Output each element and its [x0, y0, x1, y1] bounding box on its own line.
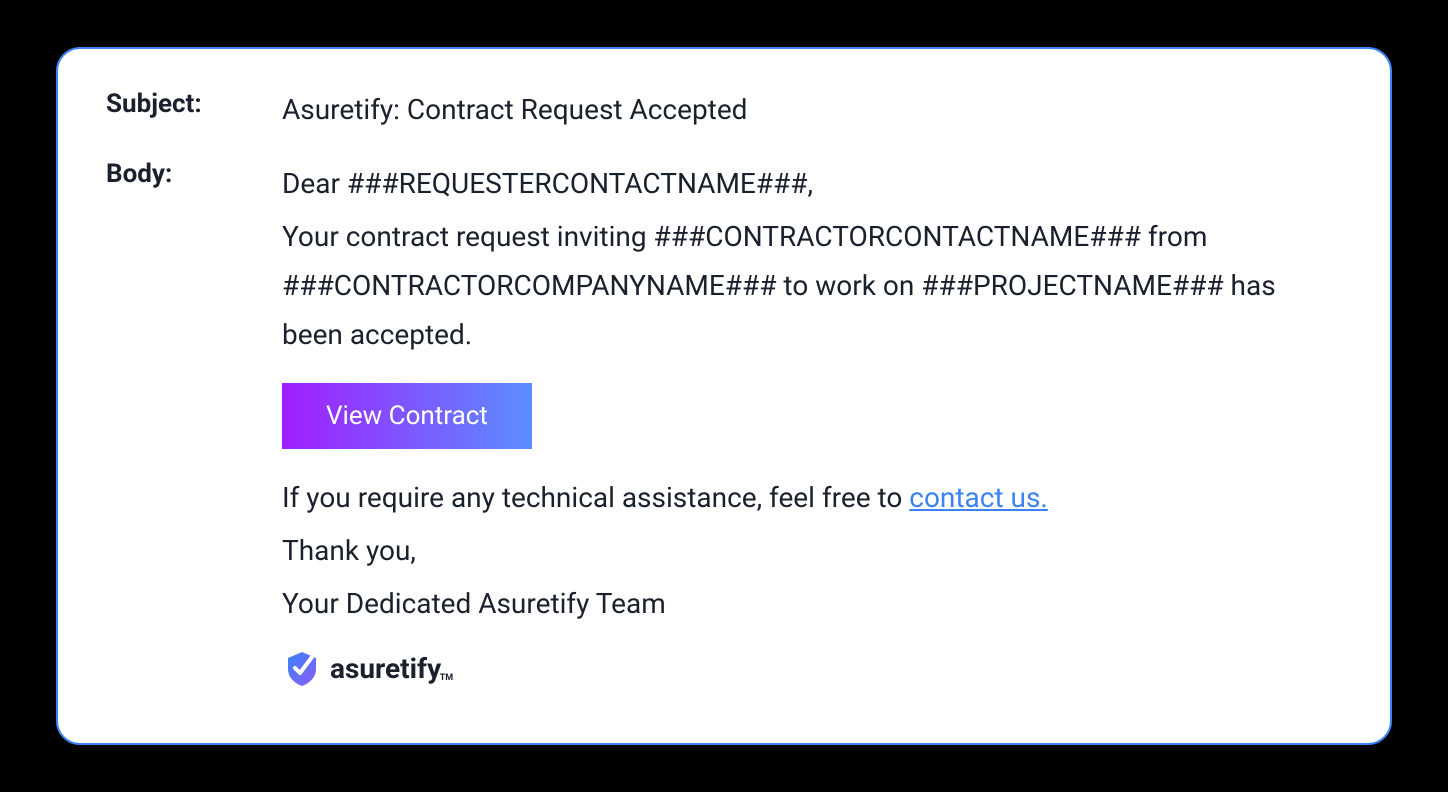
assist-text: If you require any technical assistance,…	[282, 473, 1342, 522]
thank-you-text: Thank you,	[282, 526, 1342, 575]
body-row: Body: Dear ###REQUESTERCONTACTNAME###, Y…	[106, 159, 1342, 703]
subject-row: Subject: Asuretify: Contract Request Acc…	[106, 89, 1342, 131]
body-label: Body:	[106, 159, 246, 703]
subject-label: Subject:	[106, 89, 246, 131]
greeting-text: Dear ###REQUESTERCONTACTNAME###,	[282, 159, 1342, 208]
asuretify-logo: asuretifyTM	[282, 644, 1342, 693]
assist-prefix: If you require any technical assistance,…	[282, 481, 909, 514]
body-content: Dear ###REQUESTERCONTACTNAME###, Your co…	[282, 159, 1342, 703]
view-contract-button[interactable]: View Contract	[282, 383, 532, 449]
subject-value: Asuretify: Contract Request Accepted	[282, 89, 747, 131]
email-template-card: Subject: Asuretify: Contract Request Acc…	[56, 47, 1392, 745]
main-text: Your contract request inviting ###CONTRA…	[282, 212, 1342, 359]
team-signature: Your Dedicated Asuretify Team	[282, 579, 1342, 628]
contact-us-link[interactable]: contact us.	[909, 481, 1048, 514]
shield-check-icon	[282, 649, 322, 689]
logo-tm: TM	[440, 671, 453, 687]
logo-text: asuretifyTM	[330, 644, 441, 693]
